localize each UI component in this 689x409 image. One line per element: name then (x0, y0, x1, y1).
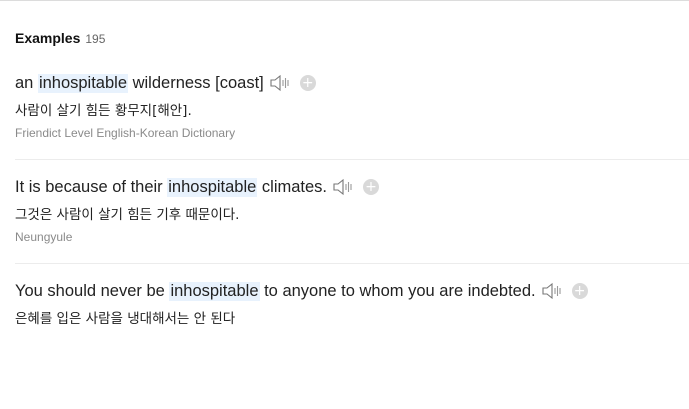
plus-circle-icon[interactable]: + (571, 283, 588, 299)
sentence-text-after: wilderness [coast] (128, 73, 264, 92)
sentence-text-before: You should never be (15, 281, 170, 300)
examples-section-header: Examples 195 (15, 30, 689, 48)
plus-circle-icon[interactable]: + (299, 75, 316, 91)
sentence-text-before: It is because of their (15, 177, 168, 196)
example-sentence: You should never be inhospitable to anyo… (15, 280, 689, 302)
sentence-text-before: an (15, 73, 38, 92)
example-divider (15, 159, 689, 160)
section-header: Examples 195 (15, 30, 689, 48)
speaker-icon[interactable] (270, 74, 292, 92)
highlighted-keyword[interactable]: inhospitable (37, 73, 129, 93)
sentence-text-after: climates. (257, 177, 328, 196)
speaker-icon[interactable] (333, 178, 355, 196)
example-translation: 그것은 사람이 살기 힘든 기후 때문이다. (15, 207, 240, 223)
example-sentence: It is because of their inhospitable clim… (15, 176, 689, 198)
plus-circle-icon[interactable]: + (363, 179, 380, 195)
section-title: Examples (15, 30, 81, 46)
example-source: Friendict Level English-Korean Dictionar… (15, 126, 236, 140)
highlighted-keyword[interactable]: inhospitable (167, 177, 258, 197)
example-sentence: an inhospitable wilderness [coast] + (15, 72, 689, 94)
top-divider (0, 0, 689, 1)
example-item: You should never be inhospitable to anyo… (15, 280, 689, 327)
example-item: an inhospitable wilderness [coast] + 사람이… (15, 72, 689, 140)
example-item: It is because of their inhospitable clim… (15, 176, 689, 244)
example-translation: 은혜를 입은 사람을 냉대해서는 안 된다 (15, 311, 236, 327)
example-source: Neungyule (15, 230, 73, 244)
example-divider (15, 263, 689, 264)
speaker-icon[interactable] (542, 282, 564, 300)
example-translation: 사람이 살기 힘든 황무지[해안]. (15, 103, 192, 119)
sentence-text-after: to anyone to whom you are indebted. (259, 281, 536, 300)
examples-count: 195 (85, 32, 106, 46)
highlighted-keyword[interactable]: inhospitable (169, 281, 260, 301)
